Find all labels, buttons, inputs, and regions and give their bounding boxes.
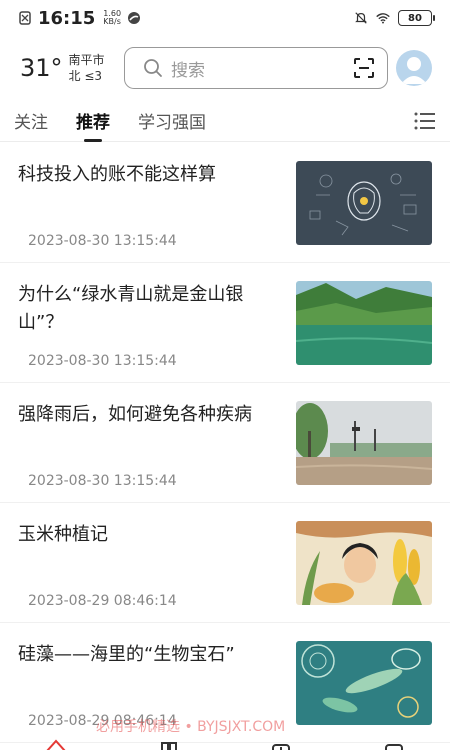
item-title: 玉米种植记 [18,524,108,545]
tab-recommend[interactable]: 推荐 [76,100,110,142]
add-icon[interactable] [270,736,292,750]
wind-label: 北 ≤3 [68,69,103,83]
thumbnail-corn-farmer [296,521,432,605]
tab-follow[interactable]: 关注 [14,100,48,142]
home-icon[interactable] [45,736,67,750]
news-feed: 科技投入的账不能这样算 2023-08-30 13:15:44 为什么“绿水青山… [0,143,450,743]
item-title: 强降雨后，如何避免各种疾病 [18,404,252,425]
status-bar: 16:15 1.60 KB/s 80 [0,0,450,36]
battery-indicator: 80 [398,10,435,26]
list-item[interactable]: 玉米种植记 2023-08-29 08:46:14 [0,503,450,623]
item-title: 硅藻——海里的“生物宝石” [18,644,235,665]
watermark: 必用手机精选 • BYJSJXT.COM [96,719,286,735]
profile-icon[interactable] [383,736,405,750]
item-time: 2023-08-30 13:15:44 [28,473,177,489]
search-placeholder: 搜索 [171,60,205,81]
avatar[interactable] [396,50,432,86]
search-icon [143,58,163,78]
temperature: 31° [20,54,63,82]
header: 31° 南平市 北 ≤3 搜索 [0,40,450,96]
book-icon[interactable] [158,736,180,750]
channel-menu-icon[interactable] [414,111,436,131]
thumbnail-diatoms [296,641,432,725]
network-speed: 1.60 KB/s [103,10,121,26]
item-title: 为什么“绿水青山就是金山银山”？ [18,284,244,333]
speed-unit: KB/s [103,17,121,26]
sim-off-icon [18,11,32,25]
item-time: 2023-08-30 13:15:44 [28,233,177,249]
thumbnail-flooded-road [296,401,432,485]
weather-widget[interactable]: 31° 南平市 北 ≤3 [20,52,116,84]
search-input[interactable]: 搜索 [124,47,388,89]
item-time: 2023-08-29 08:46:14 [28,593,177,609]
scan-icon[interactable] [353,57,375,79]
wifi-icon [376,11,390,25]
clock: 16:15 [38,7,96,29]
thumbnail-tech-brain [296,161,432,245]
bottom-navigation [0,736,450,750]
tab-xuexi-qiangguo[interactable]: 学习强国 [138,100,206,142]
item-time: 2023-08-30 13:15:44 [28,353,177,369]
item-title: 科技投入的账不能这样算 [18,164,216,185]
mute-icon [354,11,368,25]
list-item[interactable]: 强降雨后，如何避免各种疾病 2023-08-30 13:15:44 [0,383,450,503]
list-item[interactable]: 科技投入的账不能这样算 2023-08-30 13:15:44 [0,143,450,263]
list-item[interactable]: 为什么“绿水青山就是金山银山”？ 2023-08-30 13:15:44 [0,263,450,383]
channel-tabs: 关注 推荐 学习强国 [0,100,450,142]
thumbnail-green-lake [296,281,432,365]
city-label: 南平市 [68,53,105,67]
app-notification-icon [127,11,141,25]
